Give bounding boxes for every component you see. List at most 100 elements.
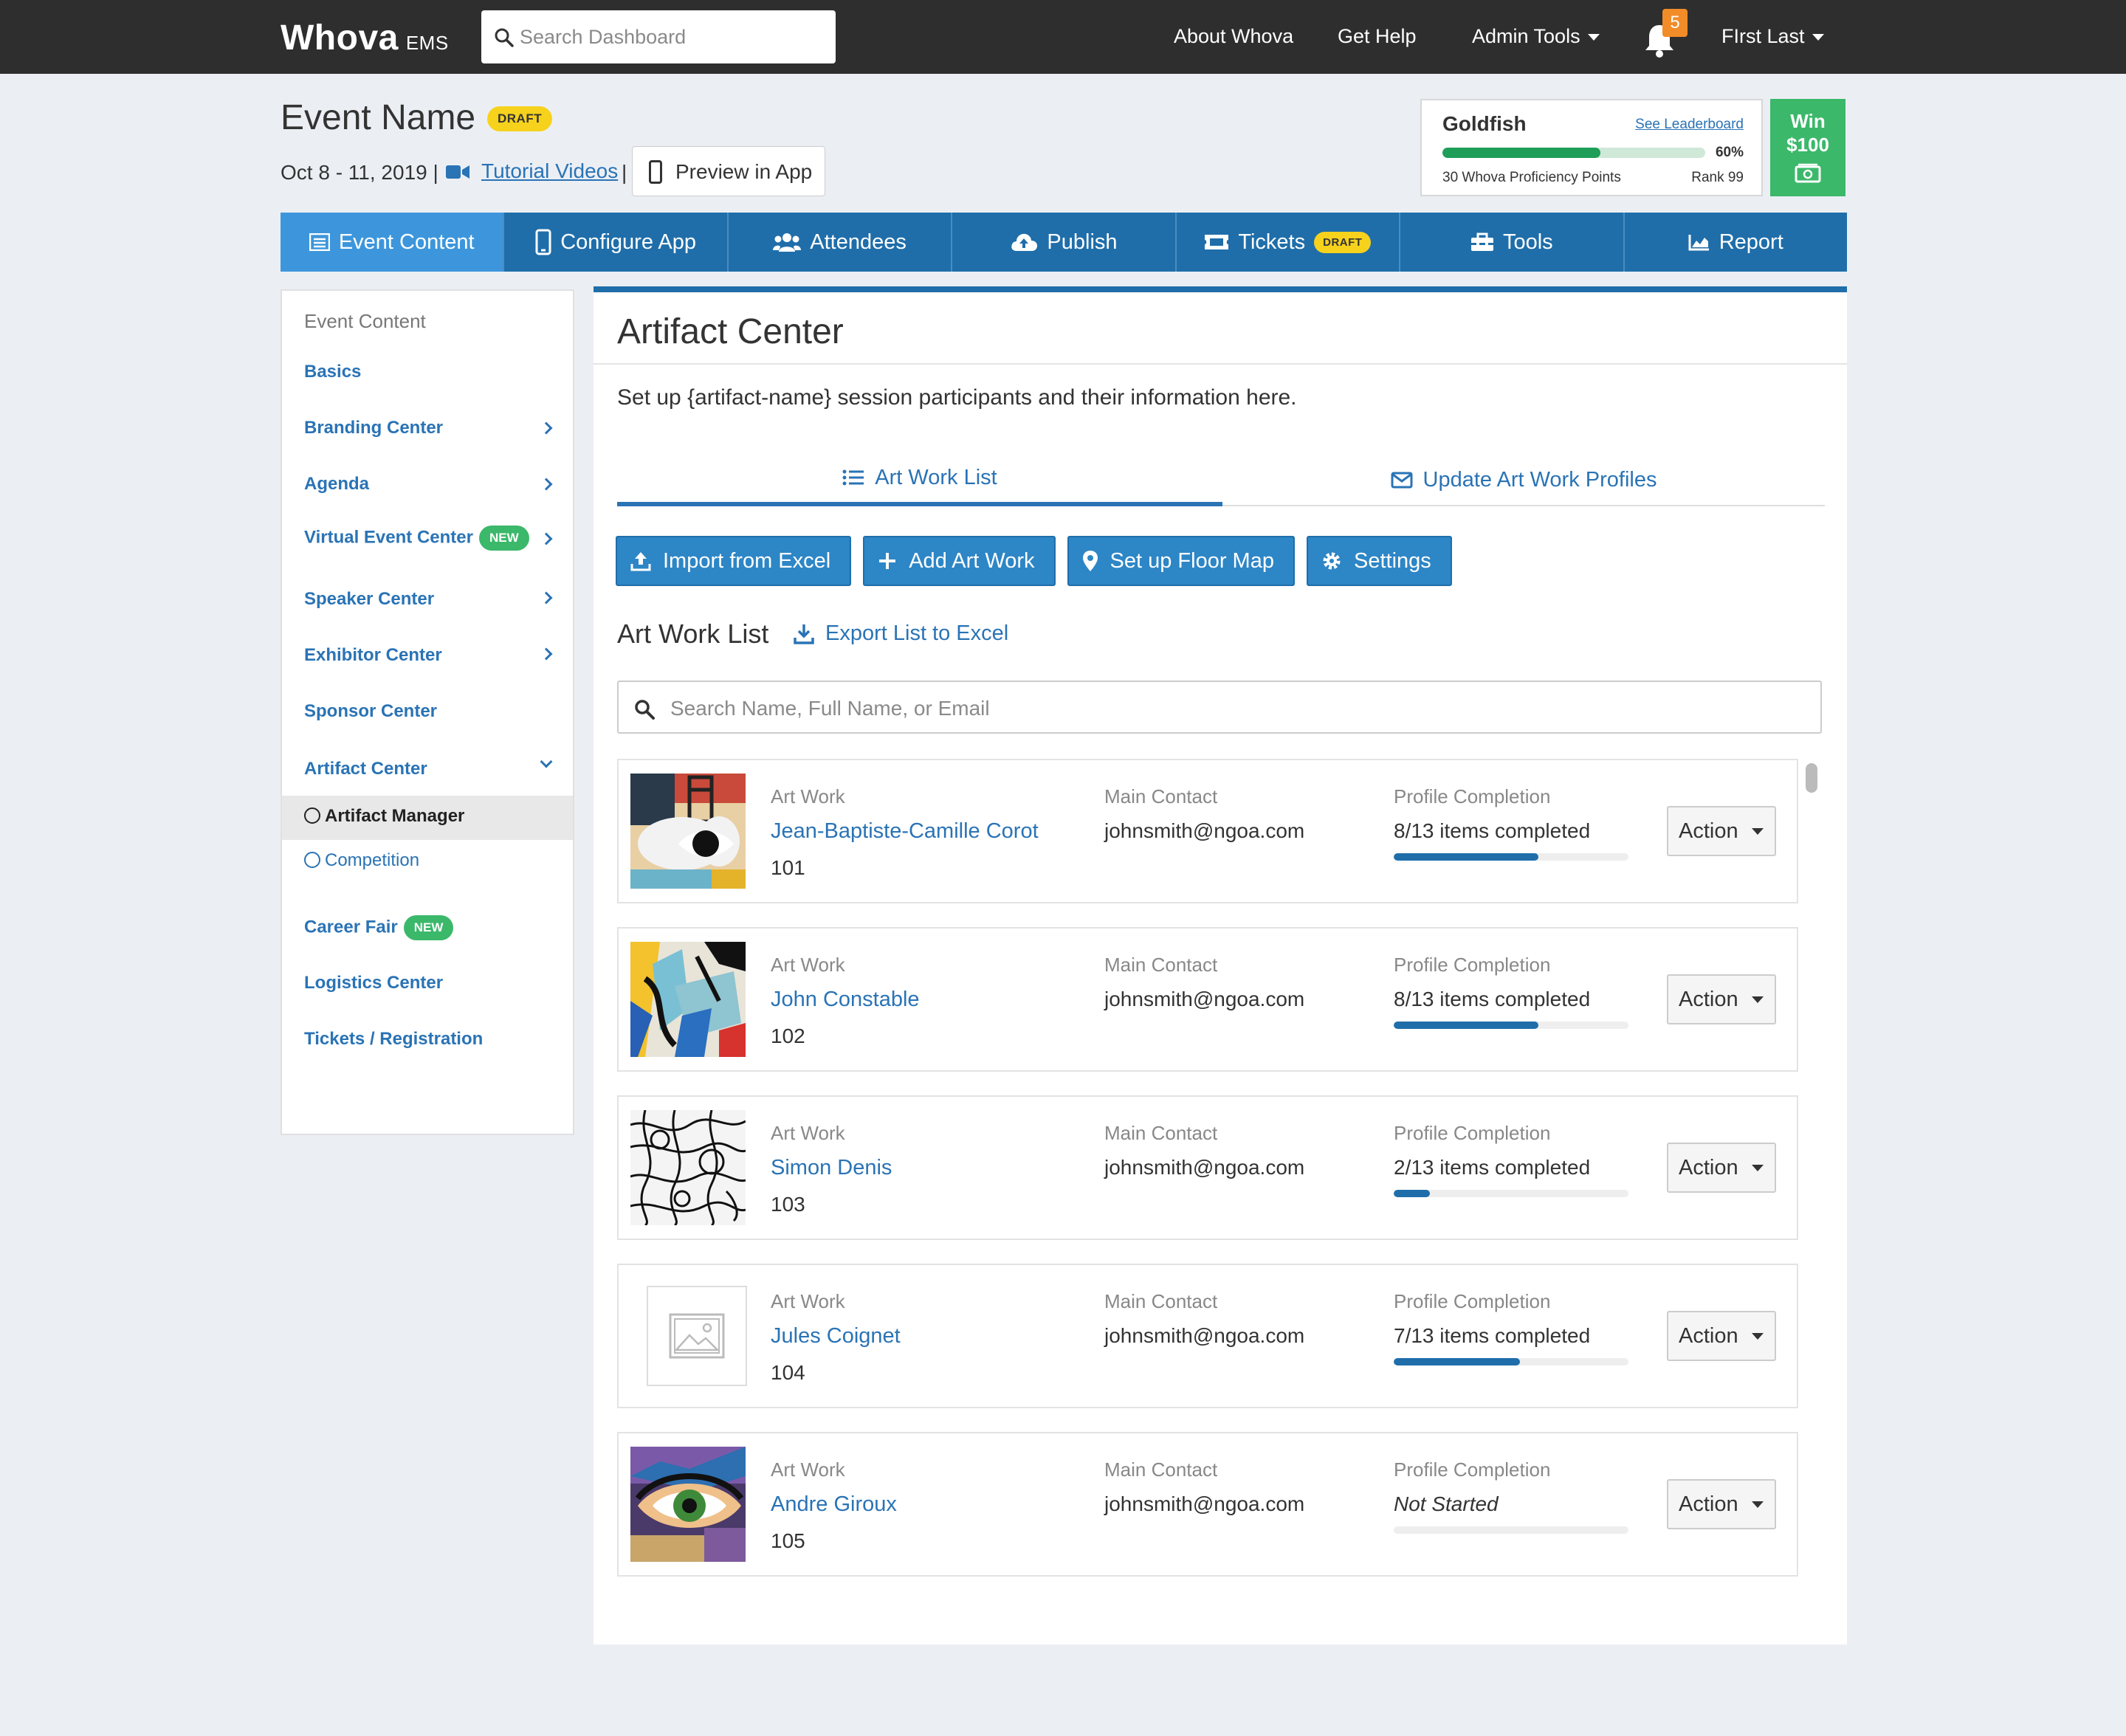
artwork-name-link[interactable]: Andre Giroux bbox=[771, 1492, 897, 1517]
tab-label: Attendees bbox=[810, 230, 907, 254]
completion-text: 8/13 items completed bbox=[1394, 819, 1591, 842]
scrollbar-thumb[interactable] bbox=[1806, 763, 1817, 793]
contact-email: johnsmith@ngoa.com bbox=[1104, 1492, 1305, 1515]
artwork-name-link[interactable]: Jean-Baptiste-Camille Corot bbox=[771, 819, 1039, 844]
proficiency-percent: 60% bbox=[1715, 145, 1744, 160]
sidebar-item-basics[interactable]: Basics bbox=[304, 362, 361, 382]
table-row: Art Work John Constable 102 Main Contact… bbox=[617, 927, 1798, 1072]
completion-progress-fill bbox=[1394, 1190, 1430, 1197]
tab-attendees[interactable]: Attendees bbox=[729, 213, 953, 272]
button-label: Add Art Work bbox=[909, 548, 1035, 573]
about-whova-link[interactable]: About Whova bbox=[1174, 25, 1293, 48]
tab-tools[interactable]: Tools bbox=[1400, 213, 1625, 272]
completion-progress-bar bbox=[1394, 1190, 1628, 1197]
artwork-number: 103 bbox=[771, 1193, 805, 1216]
artwork-name-link[interactable]: Jules Coignet bbox=[771, 1324, 901, 1348]
completion-progress-fill bbox=[1394, 1022, 1538, 1029]
artwork-search-input[interactable] bbox=[669, 692, 1776, 725]
action-dropdown[interactable]: Action bbox=[1667, 1479, 1776, 1529]
art-work-label: Art Work bbox=[771, 785, 845, 807]
sidebar-item-tickets-registration[interactable]: Tickets / Registration bbox=[304, 1029, 483, 1050]
subtab-art-work-list[interactable]: Art Work List bbox=[617, 453, 1222, 506]
action-dropdown[interactable]: Action bbox=[1667, 974, 1776, 1024]
artwork-thumbnail[interactable] bbox=[630, 774, 746, 889]
main-contact-label: Main Contact bbox=[1104, 954, 1218, 976]
win-100-button[interactable]: Win $100 bbox=[1770, 99, 1845, 196]
sidebar-item-career-fair[interactable]: Career Fair NEW bbox=[304, 915, 454, 940]
caret-down-icon bbox=[1751, 1501, 1764, 1508]
sidebar-item-logistics-center[interactable]: Logistics Center bbox=[304, 973, 443, 993]
action-dropdown[interactable]: Action bbox=[1667, 806, 1776, 856]
table-row: Art Work Simon Denis 103 Main Contact jo… bbox=[617, 1095, 1798, 1240]
chevron-right-icon[interactable] bbox=[540, 421, 553, 435]
action-dropdown[interactable]: Action bbox=[1667, 1311, 1776, 1361]
envelope-icon bbox=[1391, 472, 1412, 489]
sidebar-item-exhibitor-center[interactable]: Exhibitor Center bbox=[304, 645, 442, 666]
chevron-right-icon[interactable] bbox=[540, 532, 553, 545]
sidebar-item-sponsor-center[interactable]: Sponsor Center bbox=[304, 701, 437, 722]
contact-email: johnsmith@ngoa.com bbox=[1104, 819, 1305, 842]
button-label: Settings bbox=[1353, 548, 1431, 573]
main-contact-label: Main Contact bbox=[1104, 1122, 1218, 1144]
ticket-icon bbox=[1205, 235, 1229, 249]
image-placeholder-icon bbox=[669, 1313, 725, 1359]
dashboard-search-input[interactable] bbox=[518, 21, 821, 53]
tab-label: Tickets bbox=[1238, 230, 1306, 254]
artwork-name-link[interactable]: John Constable bbox=[771, 988, 920, 1012]
set-up-floor-map-button[interactable]: Set up Floor Map bbox=[1067, 536, 1295, 586]
sidebar-subitem-competition[interactable]: Competition bbox=[304, 850, 419, 871]
action-dropdown[interactable]: Action bbox=[1667, 1143, 1776, 1193]
list-bullets-icon bbox=[842, 469, 864, 486]
caret-down-icon bbox=[1751, 1332, 1764, 1340]
preview-in-app-button[interactable]: Preview in App bbox=[632, 146, 825, 196]
sidebar-item-speaker-center[interactable]: Speaker Center bbox=[304, 589, 434, 610]
artwork-thumbnail[interactable] bbox=[630, 1110, 746, 1225]
main-contact-label: Main Contact bbox=[1104, 1458, 1218, 1481]
admin-tools-menu[interactable]: Admin Tools bbox=[1472, 25, 1600, 48]
circle-icon bbox=[304, 807, 320, 824]
chevron-right-icon[interactable] bbox=[540, 647, 553, 661]
export-label: Export List to Excel bbox=[825, 621, 1009, 645]
tab-event-content[interactable]: Event Content bbox=[281, 213, 505, 272]
chevron-right-icon[interactable] bbox=[540, 478, 553, 491]
export-list-link[interactable]: Export List to Excel bbox=[793, 621, 1008, 646]
artwork-thumbnail-placeholder[interactable] bbox=[647, 1286, 747, 1386]
get-help-link[interactable]: Get Help bbox=[1338, 25, 1417, 48]
sidebar-subitem-artifact-manager[interactable]: Artifact Manager bbox=[304, 806, 464, 827]
divider bbox=[594, 363, 1847, 365]
tab-label: Configure App bbox=[560, 230, 697, 254]
settings-button[interactable]: Settings bbox=[1306, 536, 1452, 586]
proficiency-progress-fill bbox=[1442, 148, 1600, 158]
chevron-down-icon[interactable] bbox=[540, 755, 553, 768]
main-tabs: Event Content Configure App Attendees Pu… bbox=[281, 213, 1847, 272]
chevron-right-icon[interactable] bbox=[540, 591, 553, 604]
see-leaderboard-link[interactable]: See Leaderboard bbox=[1635, 117, 1744, 133]
sidebar-item-virtual-event-center[interactable]: Virtual Event Center NEW bbox=[304, 526, 529, 551]
upload-icon bbox=[630, 552, 651, 571]
tickets-draft-badge: DRAFT bbox=[1314, 231, 1372, 253]
caret-down-icon bbox=[1751, 1164, 1764, 1171]
whova-logo[interactable]: Whova EMS bbox=[281, 18, 449, 58]
import-from-excel-button[interactable]: Import from Excel bbox=[616, 536, 852, 586]
tab-label: Report bbox=[1719, 230, 1783, 254]
artwork-thumbnail[interactable] bbox=[630, 942, 746, 1057]
tutorial-videos-link[interactable]: Tutorial Videos bbox=[481, 159, 618, 183]
sidebar-item-artifact-center[interactable]: Artifact Center bbox=[304, 759, 427, 779]
table-row: Art Work Andre Giroux 105 Main Contact j… bbox=[617, 1432, 1798, 1577]
tab-publish[interactable]: Publish bbox=[952, 213, 1177, 272]
sidebar-item-agenda[interactable]: Agenda bbox=[304, 474, 369, 495]
sidebar-item-branding-center[interactable]: Branding Center bbox=[304, 418, 443, 438]
art-work-label: Art Work bbox=[771, 954, 845, 976]
user-menu[interactable]: FIrst Last bbox=[1721, 25, 1824, 48]
tab-tickets[interactable]: Tickets DRAFT bbox=[1177, 213, 1401, 272]
tab-report[interactable]: Report bbox=[1625, 213, 1847, 272]
dashboard-search[interactable] bbox=[481, 10, 836, 63]
tab-label: Tools bbox=[1502, 230, 1553, 254]
artwork-search[interactable] bbox=[617, 681, 1822, 734]
artwork-thumbnail[interactable] bbox=[630, 1447, 746, 1562]
tab-configure-app[interactable]: Configure App bbox=[504, 213, 729, 272]
add-art-work-button[interactable]: Add Art Work bbox=[863, 536, 1056, 586]
subtab-update-profiles[interactable]: Update Art Work Profiles bbox=[1222, 453, 1825, 506]
action-button-row: Import from Excel Add Art Work Set up Fl… bbox=[616, 536, 1464, 586]
artwork-name-link[interactable]: Simon Denis bbox=[771, 1156, 892, 1180]
